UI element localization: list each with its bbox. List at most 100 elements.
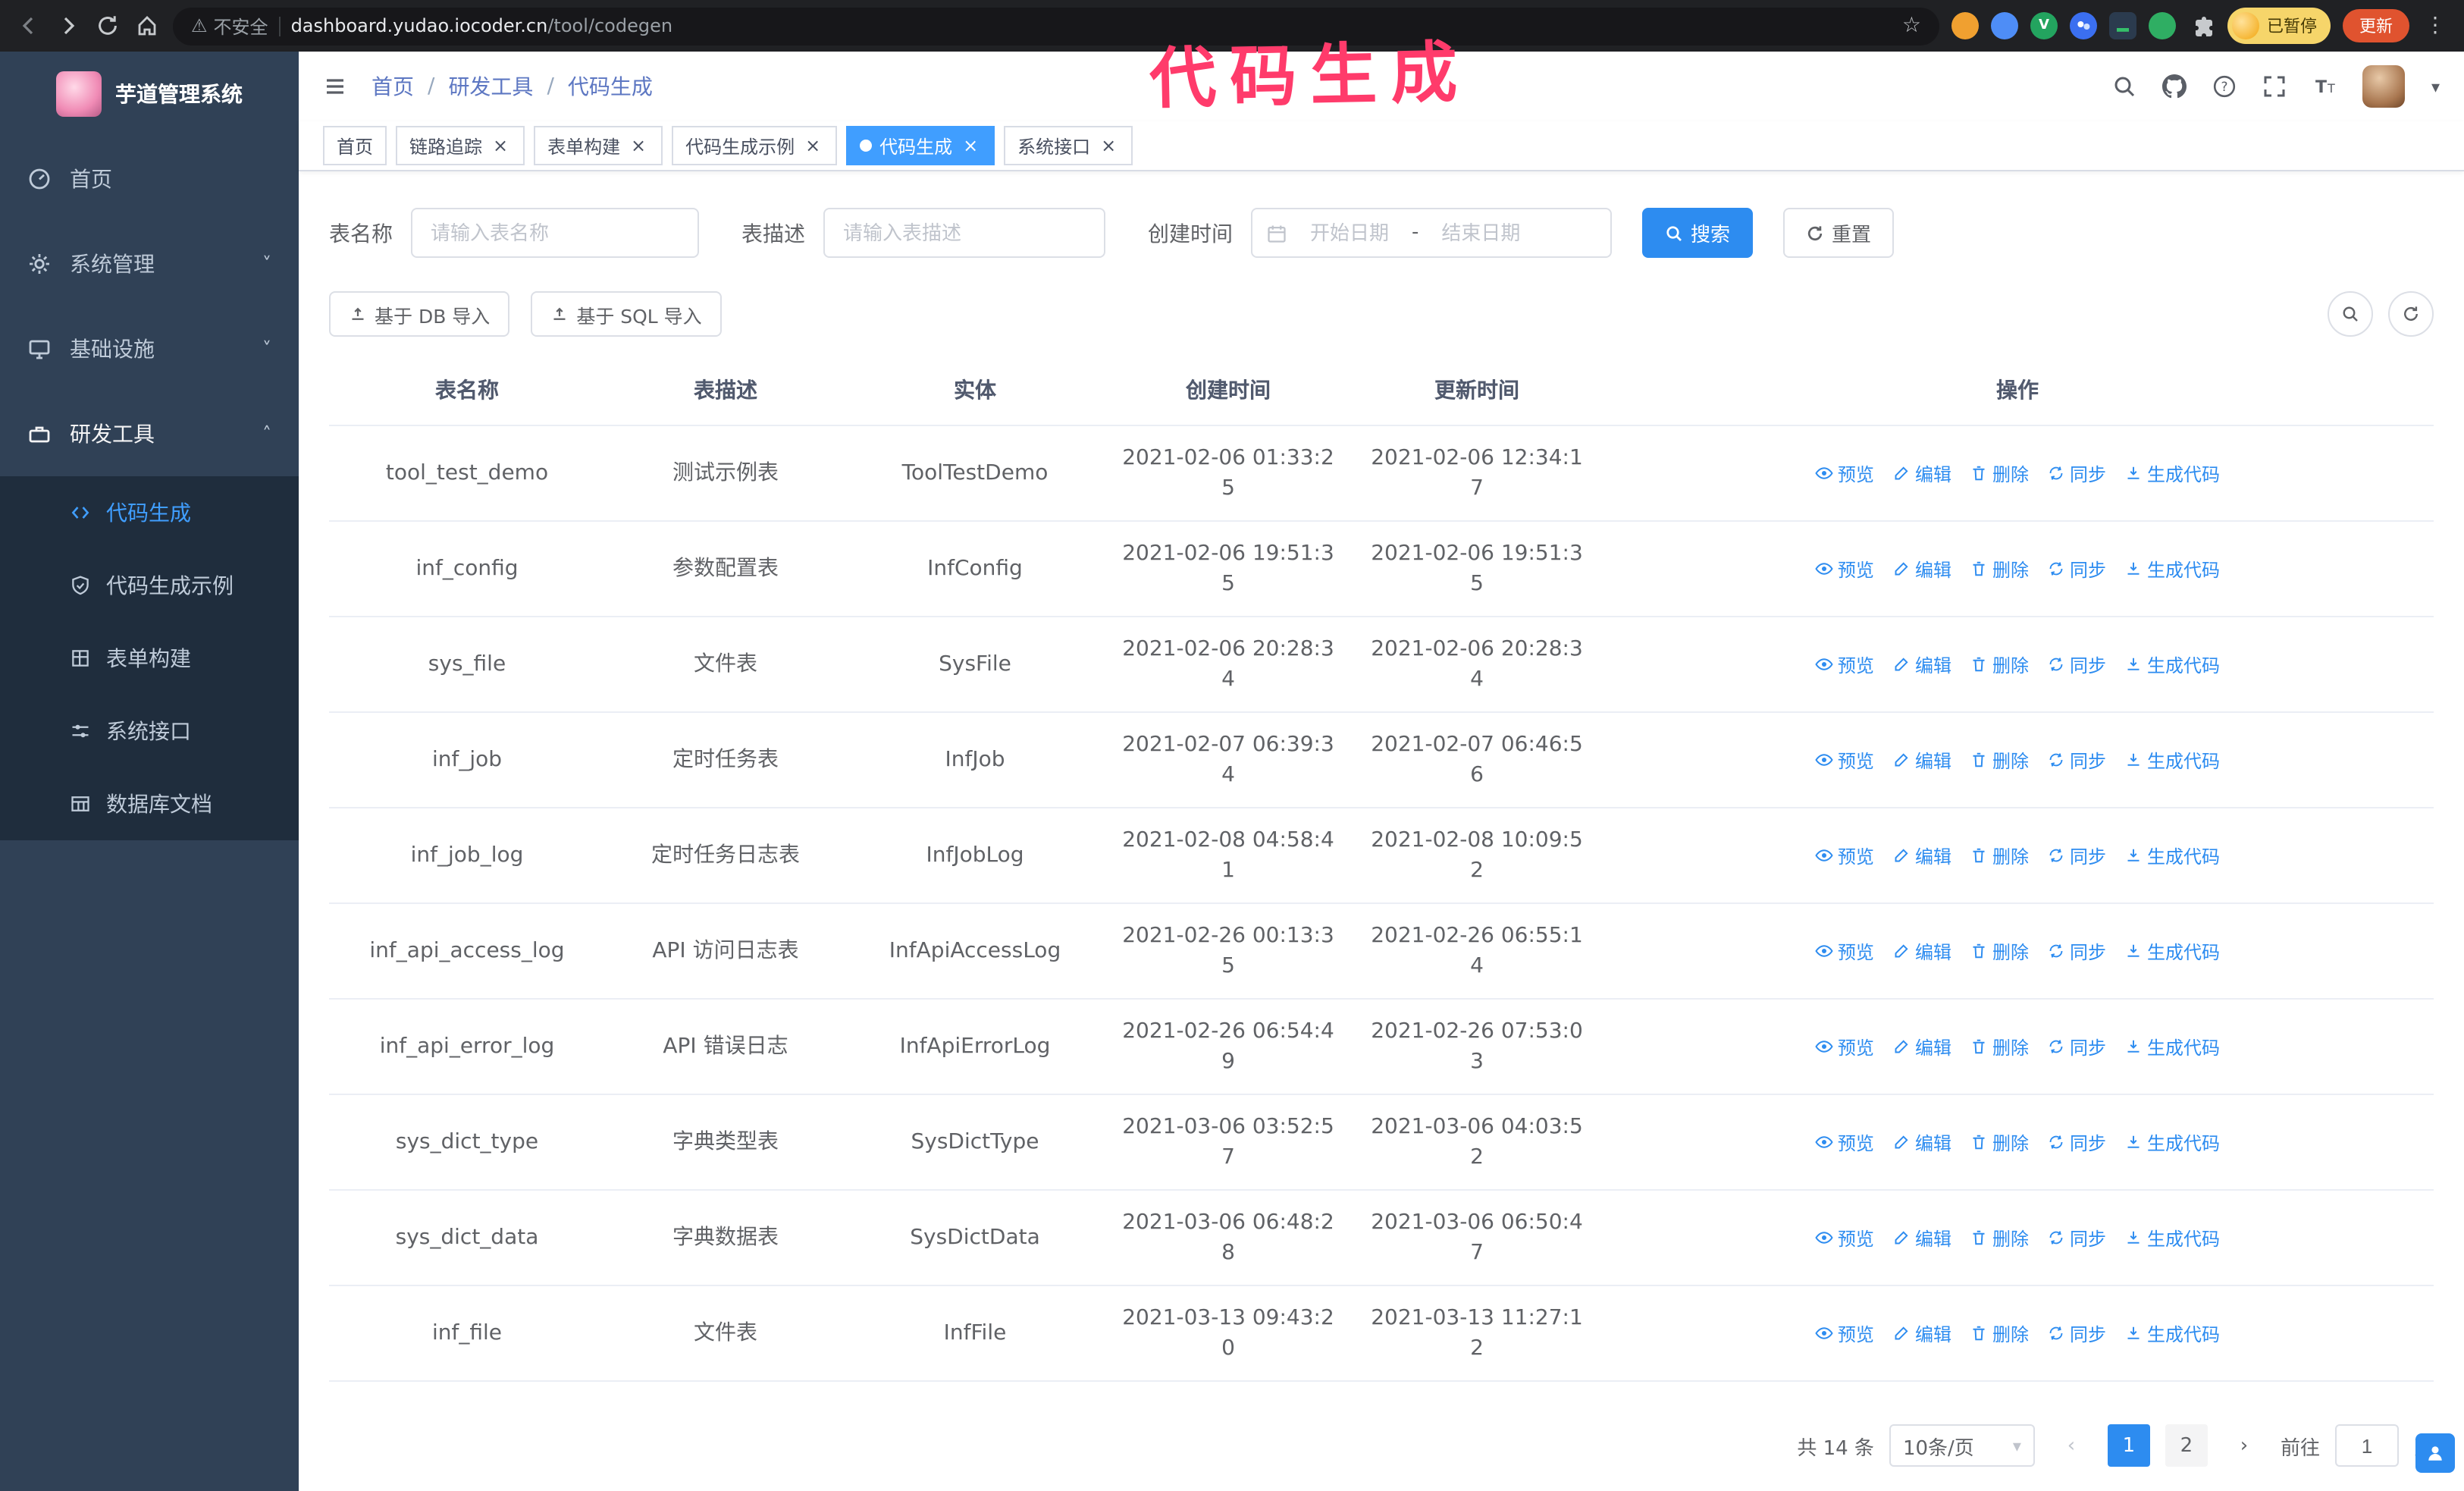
extensions-puzzle-icon[interactable] <box>2188 12 2215 39</box>
close-icon[interactable]: × <box>960 135 981 156</box>
generate-code-link[interactable]: 生成代码 <box>2124 1129 2220 1155</box>
preview-link[interactable]: 预览 <box>1815 556 1874 582</box>
forward-icon[interactable] <box>55 12 82 39</box>
sync-link[interactable]: 同步 <box>2047 460 2106 486</box>
preview-link[interactable]: 预览 <box>1815 460 1874 486</box>
preview-link[interactable]: 预览 <box>1815 1225 1874 1251</box>
breadcrumb-home[interactable]: 首页 <box>371 71 414 102</box>
generate-code-link[interactable]: 生成代码 <box>2124 843 2220 868</box>
goto-page-input[interactable] <box>2334 1424 2399 1467</box>
caret-down-icon[interactable]: ▾ <box>2431 77 2440 96</box>
tab-api[interactable]: 系统接口 × <box>1004 126 1133 166</box>
edit-link[interactable]: 编辑 <box>1892 1225 1951 1251</box>
tab-form-builder[interactable]: 表单构建 × <box>534 126 663 166</box>
fullscreen-icon[interactable] <box>2263 74 2287 99</box>
sidebar-logo[interactable]: 芋道管理系统 <box>0 52 299 137</box>
delete-link[interactable]: 删除 <box>1970 556 2029 582</box>
sync-link[interactable]: 同步 <box>2047 1129 2106 1155</box>
font-size-icon[interactable]: TT <box>2313 74 2337 99</box>
date-range-picker[interactable]: - <box>1251 208 1612 258</box>
preview-link[interactable]: 预览 <box>1815 1034 1874 1059</box>
tab-trace[interactable]: 链路追踪 × <box>396 126 525 166</box>
browser-update-button[interactable]: 更新 <box>2343 9 2409 42</box>
edit-link[interactable]: 编辑 <box>1892 843 1951 868</box>
delete-link[interactable]: 删除 <box>1970 1129 2029 1155</box>
sidebar-item-system[interactable]: 系统管理 ˅ <box>0 221 299 306</box>
page-size-select[interactable]: 10条/页 ▾ <box>1889 1424 2035 1467</box>
sidebar-item-devtools[interactable]: 研发工具 ˄ <box>0 391 299 476</box>
extension-icon[interactable] <box>2149 12 2176 39</box>
preview-link[interactable]: 预览 <box>1815 1129 1874 1155</box>
user-avatar[interactable] <box>2362 65 2406 108</box>
search-icon[interactable] <box>2113 74 2137 99</box>
floating-service-button[interactable] <box>2415 1433 2455 1473</box>
table-desc-input[interactable] <box>823 208 1105 258</box>
sync-link[interactable]: 同步 <box>2047 651 2106 677</box>
generate-code-link[interactable]: 生成代码 <box>2124 747 2220 773</box>
delete-link[interactable]: 删除 <box>1970 460 2029 486</box>
preview-link[interactable]: 预览 <box>1815 747 1874 773</box>
preview-link[interactable]: 预览 <box>1815 1320 1874 1346</box>
preview-link[interactable]: 预览 <box>1815 938 1874 964</box>
github-icon[interactable] <box>2162 74 2187 99</box>
extension-icon[interactable]: V <box>2030 12 2058 39</box>
extension-icon[interactable] <box>2109 12 2136 39</box>
generate-code-link[interactable]: 生成代码 <box>2124 1225 2220 1251</box>
import-db-button[interactable]: 基于 DB 导入 <box>329 291 510 337</box>
back-icon[interactable] <box>15 12 42 39</box>
delete-link[interactable]: 删除 <box>1970 1225 2029 1251</box>
sidebar-item-infra[interactable]: 基础设施 ˅ <box>0 306 299 391</box>
delete-link[interactable]: 删除 <box>1970 1320 2029 1346</box>
edit-link[interactable]: 编辑 <box>1892 1034 1951 1059</box>
sidebar-item-home[interactable]: 首页 <box>0 137 299 221</box>
url-bar[interactable]: ⚠ 不安全 dashboard.yudao.iocoder.cn/tool/co… <box>173 7 1939 45</box>
table-name-input[interactable] <box>411 208 699 258</box>
sidebar-item-codegen-example[interactable]: 代码生成示例 <box>0 549 299 622</box>
sidebar-item-form-builder[interactable]: 表单构建 <box>0 622 299 695</box>
browser-profile-chip[interactable]: 已暂停 <box>2227 8 2331 44</box>
generate-code-link[interactable]: 生成代码 <box>2124 556 2220 582</box>
edit-link[interactable]: 编辑 <box>1892 1129 1951 1155</box>
close-icon[interactable]: × <box>628 135 649 156</box>
edit-link[interactable]: 编辑 <box>1892 556 1951 582</box>
browser-menu-icon[interactable]: ⋮ <box>2422 14 2449 38</box>
prev-page-button[interactable]: ‹ <box>2050 1424 2093 1467</box>
tab-codegen[interactable]: 代码生成 × <box>846 126 995 166</box>
sync-link[interactable]: 同步 <box>2047 1320 2106 1346</box>
home-icon[interactable] <box>133 12 161 39</box>
extension-icon[interactable] <box>1991 12 2018 39</box>
close-icon[interactable]: × <box>490 135 511 156</box>
delete-link[interactable]: 删除 <box>1970 651 2029 677</box>
extension-icon[interactable] <box>2070 12 2097 39</box>
date-end-input[interactable] <box>1425 221 1538 244</box>
hamburger-icon[interactable] <box>323 74 347 99</box>
sidebar-item-db-doc[interactable]: 数据库文档 <box>0 767 299 840</box>
sync-link[interactable]: 同步 <box>2047 747 2106 773</box>
sync-link[interactable]: 同步 <box>2047 843 2106 868</box>
sidebar-item-api[interactable]: 系统接口 <box>0 695 299 767</box>
delete-link[interactable]: 删除 <box>1970 747 2029 773</box>
date-start-input[interactable] <box>1293 221 1406 244</box>
generate-code-link[interactable]: 生成代码 <box>2124 938 2220 964</box>
generate-code-link[interactable]: 生成代码 <box>2124 651 2220 677</box>
bookmark-star-icon[interactable]: ☆ <box>1902 14 1921 38</box>
sync-link[interactable]: 同步 <box>2047 938 2106 964</box>
sync-link[interactable]: 同步 <box>2047 556 2106 582</box>
import-sql-button[interactable]: 基于 SQL 导入 <box>531 291 722 337</box>
next-page-button[interactable]: › <box>2223 1424 2265 1467</box>
close-icon[interactable]: × <box>1098 135 1119 156</box>
help-icon[interactable]: ? <box>2213 74 2237 99</box>
edit-link[interactable]: 编辑 <box>1892 747 1951 773</box>
edit-link[interactable]: 编辑 <box>1892 938 1951 964</box>
edit-link[interactable]: 编辑 <box>1892 651 1951 677</box>
edit-link[interactable]: 编辑 <box>1892 1320 1951 1346</box>
page-button-1[interactable]: 1 <box>2107 1424 2150 1467</box>
edit-link[interactable]: 编辑 <box>1892 460 1951 486</box>
refresh-table-button[interactable] <box>2388 291 2434 337</box>
sync-link[interactable]: 同步 <box>2047 1034 2106 1059</box>
toggle-search-button[interactable] <box>2328 291 2373 337</box>
tab-home[interactable]: 首页 <box>323 126 387 166</box>
close-icon[interactable]: × <box>802 135 823 156</box>
generate-code-link[interactable]: 生成代码 <box>2124 1034 2220 1059</box>
delete-link[interactable]: 删除 <box>1970 938 2029 964</box>
